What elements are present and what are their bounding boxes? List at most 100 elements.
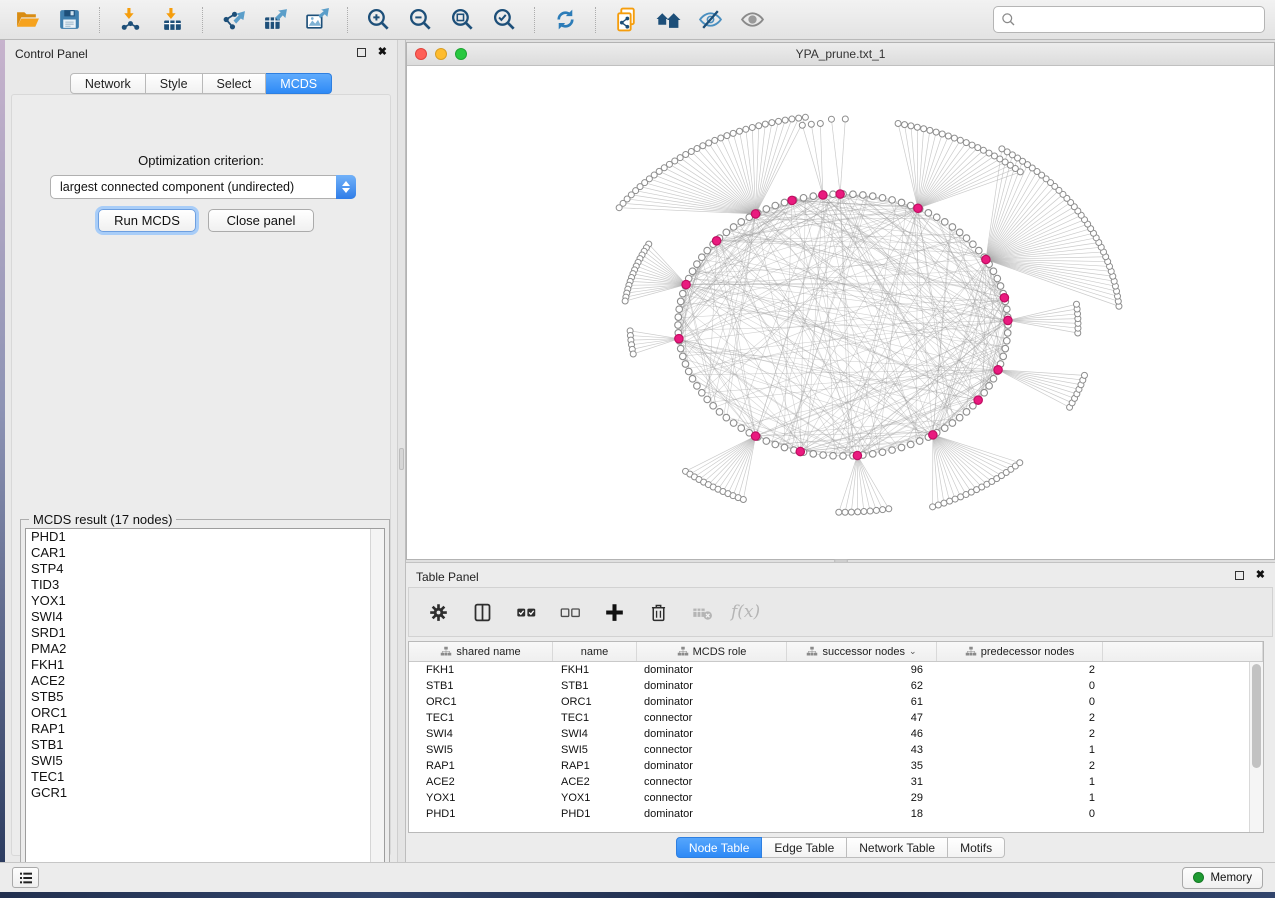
import-table-button[interactable] [155,4,189,36]
mcds-node[interactable] [1004,316,1012,324]
list-item[interactable]: TEC1 [26,769,384,785]
tab-network-table[interactable]: Network Table [847,837,948,858]
list-item[interactable]: STB1 [26,737,384,753]
tab-mcds[interactable]: MCDS [266,73,332,94]
tab-select[interactable]: Select [203,73,267,94]
show-columns-button[interactable] [467,597,497,627]
run-mcds-button[interactable]: Run MCDS [98,209,196,232]
delete-table-button[interactable] [687,597,717,627]
table-row[interactable]: ORC1ORC1dominator610 [409,694,1249,710]
list-item[interactable]: PMA2 [26,641,384,657]
table-panel-titlebar: Table Panel ✖ [406,563,1275,587]
close-panel-button[interactable]: Close panel [208,209,314,232]
zoom-fit-button[interactable] [445,4,479,36]
result-list-scrollbar[interactable] [370,529,384,885]
list-item[interactable]: RAP1 [26,721,384,737]
mcds-node[interactable] [914,204,922,212]
mcds-node[interactable] [982,255,990,263]
float-window-icon[interactable] [1235,571,1244,580]
mcds-node[interactable] [712,237,720,245]
mcds-node[interactable] [929,431,937,439]
column-header-mcds-role[interactable]: MCDS role [637,642,787,661]
list-item[interactable]: SRD1 [26,625,384,641]
mcds-node[interactable] [682,280,690,288]
table-row[interactable]: STB1STB1dominator620 [409,678,1249,694]
select-all-rows-button[interactable] [511,597,541,627]
mcds-node[interactable] [788,196,796,204]
optimization-criterion-select[interactable]: largest connected component (undirected) [50,175,356,199]
zoom-out-button[interactable] [403,4,437,36]
tab-motifs[interactable]: Motifs [948,837,1005,858]
list-item[interactable]: GCR1 [26,785,384,801]
table-row[interactable]: SWI4SWI4dominator462 [409,726,1249,742]
list-item[interactable]: ACE2 [26,673,384,689]
tab-edge-table[interactable]: Edge Table [762,837,847,858]
table-row[interactable]: ACE2ACE2connector311 [409,774,1249,790]
close-window-icon[interactable]: ✖ [378,47,387,58]
list-item[interactable]: SWI5 [26,753,384,769]
table-row[interactable]: PHD1PHD1dominator180 [409,806,1249,822]
scrollbar-thumb[interactable] [1252,664,1261,768]
export-image-button[interactable] [300,4,334,36]
column-header-predecessor-nodes[interactable]: predecessor nodes [937,642,1103,661]
column-header-shared-name[interactable]: shared name [409,642,553,661]
column-header-successor-nodes[interactable]: successor nodes ⌄ [787,642,937,661]
create-column-button[interactable] [599,597,629,627]
show-graphics-details-button[interactable] [735,4,769,36]
mcds-node[interactable] [675,334,683,342]
list-item[interactable]: ORC1 [26,705,384,721]
mcds-node[interactable] [1000,294,1008,302]
list-item[interactable]: FKH1 [26,657,384,673]
table-row[interactable]: TEC1TEC1connector472 [409,710,1249,726]
memory-button[interactable]: Memory [1182,867,1263,889]
import-network-button[interactable] [113,4,147,36]
search-input[interactable] [1016,7,1257,32]
function-builder-button[interactable]: f(x) [731,602,760,622]
table-row[interactable]: YOX1YOX1connector291 [409,790,1249,806]
hide-graphics-details-button[interactable] [693,4,727,36]
column-header-name[interactable]: name [553,642,637,661]
list-item[interactable]: STP4 [26,561,384,577]
refresh-layout-button[interactable] [548,4,582,36]
network-overview-button[interactable] [651,4,685,36]
vertical-splitter[interactable] [397,40,406,862]
deselect-all-rows-button[interactable] [555,597,585,627]
open-session-button[interactable] [10,4,44,36]
mcds-node[interactable] [836,190,844,198]
tab-network[interactable]: Network [70,73,146,94]
splitter-handle[interactable] [399,448,404,470]
list-item[interactable]: SWI4 [26,609,384,625]
mcds-node[interactable] [819,191,827,199]
table-row[interactable]: SWI5SWI5connector431 [409,742,1249,758]
tab-style[interactable]: Style [146,73,203,94]
delete-columns-button[interactable] [643,597,673,627]
tab-node-table[interactable]: Node Table [676,837,763,858]
zoom-selected-button[interactable] [487,4,521,36]
mcds-node[interactable] [796,447,804,455]
network-graph[interactable] [407,67,1274,559]
table-scrollbar[interactable] [1249,662,1263,832]
task-history-button[interactable] [12,867,39,888]
float-window-icon[interactable] [357,48,366,57]
network-canvas[interactable] [407,67,1274,559]
table-row[interactable]: RAP1RAP1dominator352 [409,758,1249,774]
list-item[interactable]: STB5 [26,689,384,705]
list-item[interactable]: PHD1 [26,529,384,545]
mcds-node[interactable] [994,366,1002,374]
mcds-node[interactable] [751,432,759,440]
export-network-button[interactable] [216,4,250,36]
save-session-button[interactable] [52,4,86,36]
mcds-node[interactable] [974,396,982,404]
mcds-node[interactable] [853,451,861,459]
list-item[interactable]: YOX1 [26,593,384,609]
duplicate-network-button[interactable] [609,4,643,36]
mcds-node[interactable] [751,210,759,218]
table-options-button[interactable] [423,597,453,627]
export-table-button[interactable] [258,4,292,36]
mcds-result-list[interactable]: PHD1CAR1STP4TID3YOX1SWI4SRD1PMA2FKH1ACE2… [25,528,385,886]
zoom-in-button[interactable] [361,4,395,36]
table-row[interactable]: FKH1FKH1dominator962 [409,662,1249,678]
close-window-icon[interactable]: ✖ [1256,570,1265,581]
list-item[interactable]: CAR1 [26,545,384,561]
list-item[interactable]: TID3 [26,577,384,593]
